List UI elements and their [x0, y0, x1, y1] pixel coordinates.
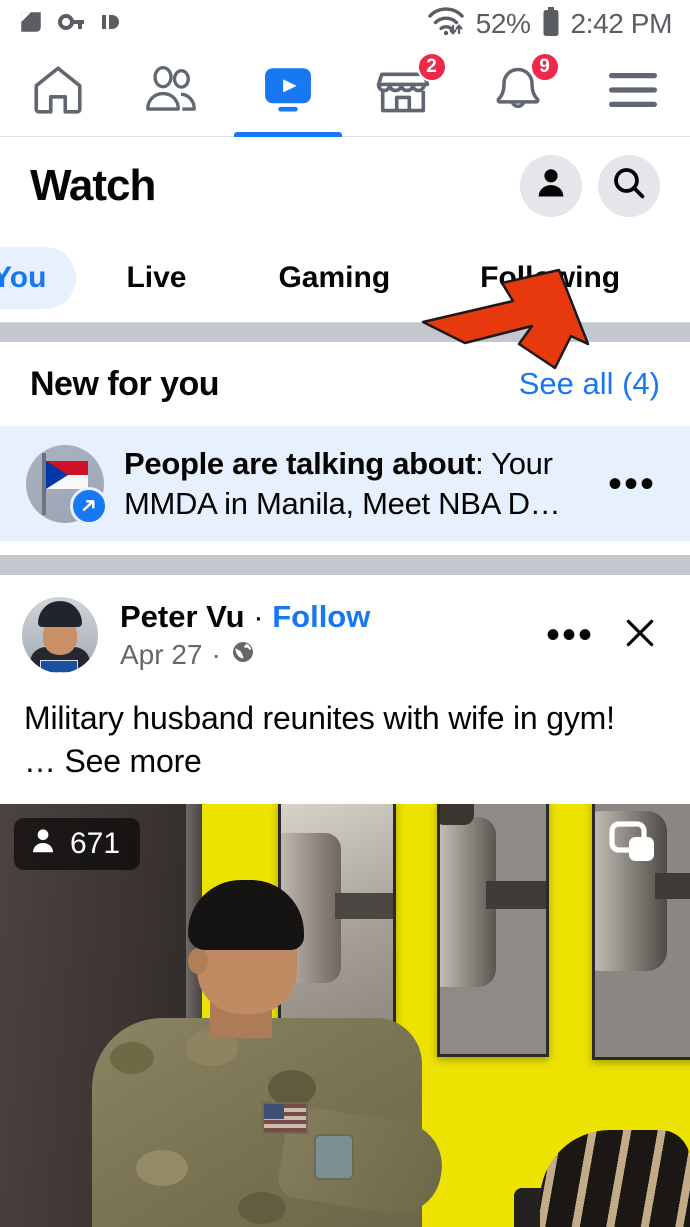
avatar[interactable] [22, 597, 98, 674]
talking-card-bold-text: People are talking about [124, 446, 476, 481]
tab-gaming-label: Gaming [278, 261, 391, 294]
philippines-flag-avatar [26, 444, 108, 525]
pointer-arrow-icon [421, 268, 590, 370]
viewer-count-badge: 671 [14, 817, 141, 870]
status-bar-left-icons [18, 9, 124, 40]
post-date-line: Apr 27 · [120, 639, 370, 672]
dumbbell-top-plate [440, 803, 474, 825]
home-icon [29, 61, 87, 124]
flag-patch-canton [264, 1103, 284, 1119]
woman-hair [540, 1129, 690, 1227]
flag-blue-triangle [46, 460, 68, 489]
search-icon [610, 164, 648, 207]
gym-photo-frame-2 [437, 803, 549, 1057]
person-icon [28, 826, 58, 861]
unit-insignia-patch [314, 1133, 354, 1180]
search-button[interactable] [598, 154, 660, 217]
post-meta: Peter Vu · Follow Apr 27 · [120, 599, 370, 672]
status-bar-right: 52% 2:42 PM [426, 6, 672, 43]
close-x-icon[interactable] [620, 613, 660, 658]
follow-button[interactable]: Follow [272, 599, 370, 634]
section-separator-2 [0, 555, 690, 576]
new-for-you-title: New for you [30, 364, 220, 403]
watch-video-icon [259, 61, 317, 124]
do-not-disturb-icon [100, 9, 124, 40]
profile-button[interactable] [520, 154, 582, 217]
main-navigation-bar: 2 9 [0, 48, 690, 137]
person-icon [533, 165, 569, 206]
nav-item-watch[interactable] [230, 48, 345, 137]
dumbbell-bar [655, 872, 690, 899]
notifications-badge: 9 [529, 51, 560, 82]
talking-card-more-options-icon[interactable]: ••• [600, 464, 664, 504]
picture-in-picture-icon[interactable] [608, 820, 658, 871]
people-are-talking-card[interactable]: People are talking about: Your MMDA in M… [0, 426, 690, 542]
post-date: Apr 27 [120, 639, 203, 671]
dumbbell-bar [486, 880, 546, 909]
marketplace-store-icon: 2 [373, 51, 447, 124]
post-author-line: Peter Vu · Follow [120, 599, 370, 635]
american-flag-patch [262, 1101, 308, 1134]
video-woman-figure [514, 1126, 690, 1227]
post-body: Military husband reunites with wife in g… [0, 683, 690, 803]
avatar-name-tag [40, 660, 78, 674]
tab-you-label: You [0, 261, 47, 294]
post-header: Peter Vu · Follow Apr 27 · ••• [0, 575, 690, 683]
nav-item-home[interactable] [0, 48, 115, 136]
post-author-name[interactable]: Peter Vu [120, 599, 245, 634]
header-actions [520, 154, 660, 217]
soldier-ear [188, 947, 208, 974]
nav-item-friends[interactable] [115, 48, 230, 136]
video-player[interactable]: 671 [0, 803, 690, 1227]
flag-pole [42, 452, 46, 515]
nav-item-menu[interactable] [575, 48, 690, 136]
post-see-more[interactable]: … See more [24, 743, 202, 779]
battery-icon [541, 6, 561, 43]
marketplace-badge: 2 [416, 51, 447, 82]
facebook-watch-screen: 52% 2:42 PM 2 9 Watch ou Live Gaming New… [0, 0, 690, 1227]
viewer-count-value: 671 [70, 826, 121, 860]
status-bar: 52% 2:42 PM [0, 0, 690, 48]
soldier-hair [188, 879, 304, 950]
nav-item-notifications[interactable]: 9 [460, 48, 575, 136]
screenshot-icon [18, 9, 44, 40]
wifi-icon [426, 6, 466, 43]
post-date-separator: · [211, 639, 221, 671]
tab-you[interactable]: You [0, 247, 77, 309]
tab-live[interactable]: Live [120, 247, 192, 309]
talking-card-text: People are talking about: Your MMDA in M… [124, 444, 586, 523]
vpn-key-icon [58, 9, 86, 40]
globe-public-icon [230, 639, 256, 672]
video-soldier-figure [92, 866, 449, 1227]
nav-item-marketplace[interactable]: 2 [345, 48, 460, 136]
battery-percent: 52% [475, 8, 531, 39]
tab-gaming[interactable]: Gaming [272, 247, 396, 309]
post-body-text: Military husband reunites with wife in g… [24, 700, 615, 737]
trending-arrow-icon [70, 486, 108, 525]
page-title: Watch [30, 160, 156, 210]
friends-icon [142, 61, 204, 124]
tab-live-label: Live [126, 261, 187, 294]
active-tab-indicator [233, 132, 342, 137]
post-separator-dot: · [253, 598, 264, 634]
hamburger-menu-icon [605, 67, 661, 118]
post-actions: ••• [546, 613, 668, 658]
post-more-options-icon[interactable]: ••• [546, 615, 594, 655]
clock-time: 2:42 PM [570, 8, 673, 39]
bell-icon: 9 [490, 51, 560, 124]
watch-header: Watch [0, 137, 690, 234]
